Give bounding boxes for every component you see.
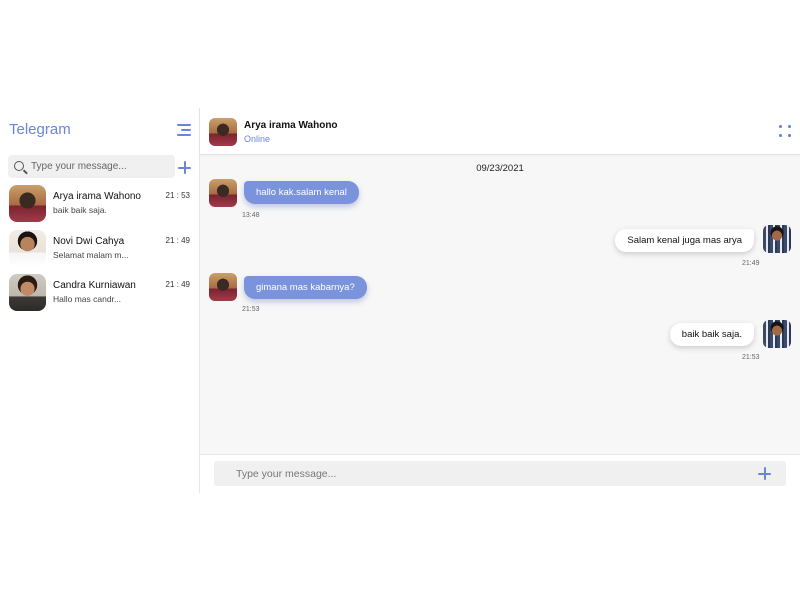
chat-name: Arya irama Wahono [53, 191, 141, 202]
chat-name: Novi Dwi Cahya [53, 236, 125, 247]
composer-box [214, 461, 786, 486]
contact-avatar[interactable] [209, 118, 237, 146]
my-avatar [763, 320, 791, 348]
chat-time: 21 : 53 [165, 191, 190, 200]
chat-list-item[interactable]: Novi Dwi Cahya Selamat malam m... 21 : 4… [0, 229, 199, 271]
message-bubble-incoming[interactable]: hallo kak.salam kenal [244, 181, 359, 204]
new-chat-plus-icon[interactable] [178, 161, 191, 174]
attach-plus-icon[interactable] [758, 467, 771, 480]
message-time: 13:48 [242, 212, 260, 219]
chat-list-item[interactable]: Arya irama Wahono baik baik saja. 21 : 5… [0, 184, 199, 226]
sender-avatar [209, 179, 237, 207]
conversation-panel: Arya irama Wahono Online 09/23/2021 hall… [200, 108, 800, 493]
app-title: Telegram [9, 121, 71, 138]
sidebar: Telegram Arya irama Wahono baik baik saj… [0, 108, 200, 493]
message-bubble-outgoing[interactable]: Salam kenal juga mas arya [615, 229, 754, 252]
chat-time: 21 : 49 [165, 236, 190, 245]
message-time: 21:53 [242, 306, 260, 313]
avatar [9, 185, 46, 222]
sender-avatar [209, 273, 237, 301]
message-composer [200, 454, 800, 493]
message-time: 21:53 [742, 354, 760, 361]
menu-icon[interactable] [177, 124, 191, 136]
contact-status: Online [244, 134, 271, 144]
search-bar [8, 155, 175, 178]
date-separator: 09/23/2021 [476, 163, 524, 174]
chat-preview: Hallo mas candr... [53, 294, 122, 304]
more-options-dots-icon[interactable] [779, 125, 791, 137]
avatar [9, 230, 46, 267]
chat-preview: baik baik saja. [53, 205, 107, 215]
my-avatar [763, 225, 791, 253]
message-bubble-incoming[interactable]: gimana mas kabarnya? [244, 276, 367, 299]
search-input[interactable] [31, 158, 171, 175]
message-time: 21:49 [742, 260, 760, 267]
message-input[interactable] [236, 465, 736, 482]
contact-name[interactable]: Arya irama Wahono [244, 120, 338, 131]
chat-name: Candra Kurniawan [53, 280, 136, 291]
conversation-header: Arya irama Wahono Online [200, 108, 800, 155]
search-icon [14, 161, 24, 171]
chat-time: 21 : 49 [165, 280, 190, 289]
chat-list-item[interactable]: Candra Kurniawan Hallo mas candr... 21 :… [0, 273, 199, 315]
message-bubble-outgoing[interactable]: baik baik saja. [669, 323, 754, 346]
avatar [9, 274, 46, 311]
telegram-app: Telegram Arya irama Wahono baik baik saj… [0, 108, 800, 493]
chat-preview: Selamat malam m... [53, 250, 129, 260]
